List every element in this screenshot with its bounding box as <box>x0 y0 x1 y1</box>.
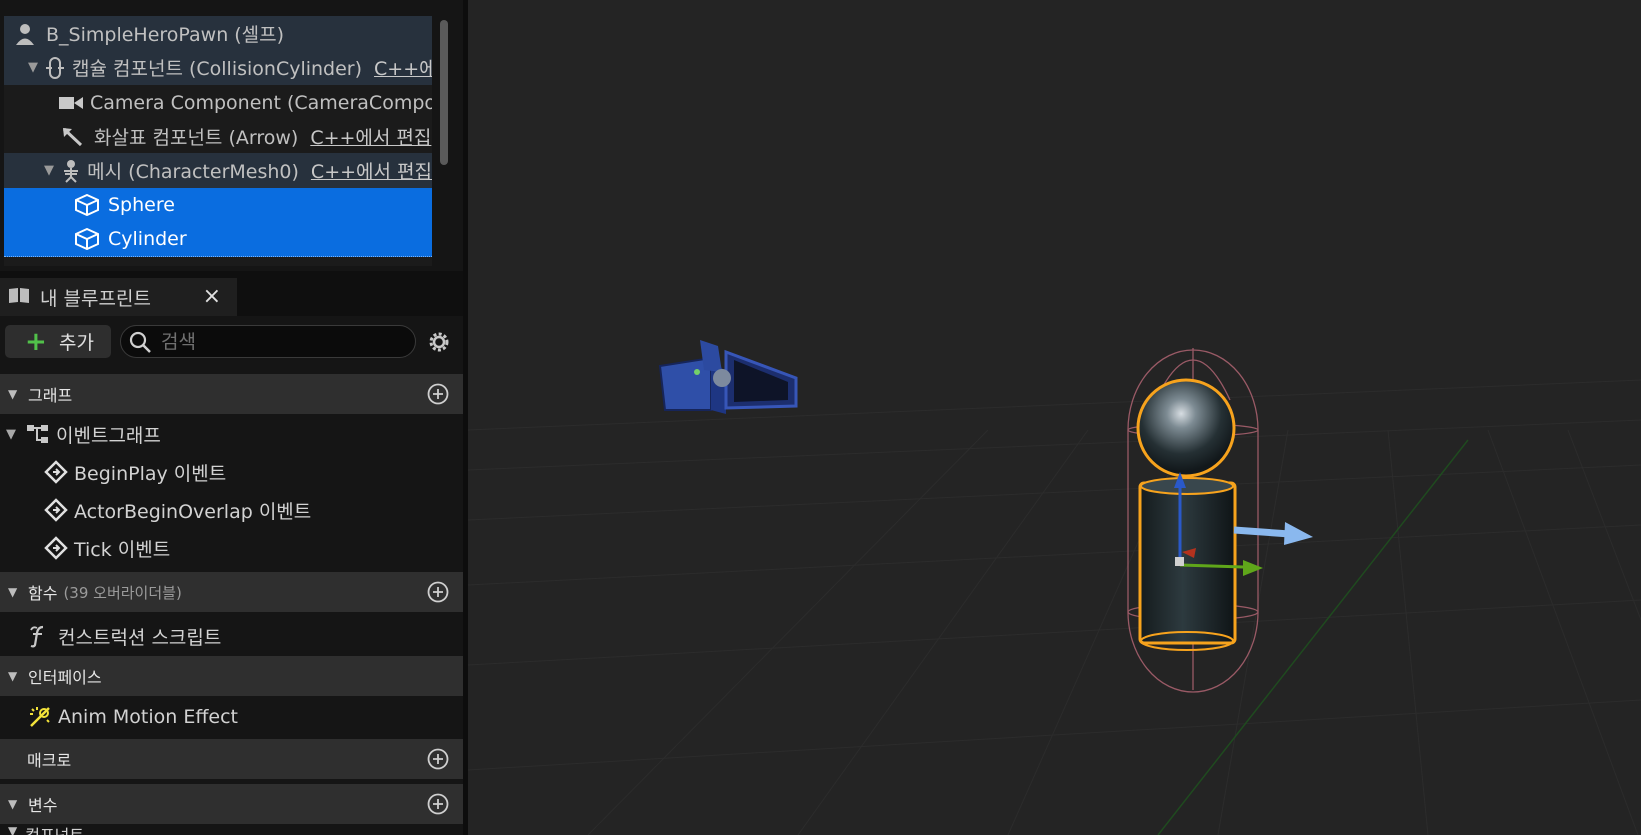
event-label: BeginPlay 이벤트 <box>74 462 227 485</box>
tree-item-collision-cylinder[interactable]: ▼ 캡슐 컴포넌트 (CollisionCylinder) C++에 <box>4 50 432 85</box>
event-node-icon <box>42 498 70 522</box>
edit-in-cpp-link[interactable]: C++에서 편집 <box>311 157 432 184</box>
edit-in-cpp-link[interactable]: C++에서 편집 <box>310 123 431 150</box>
event-label: ActorBeginOverlap 이벤트 <box>74 500 312 523</box>
viewport-3d[interactable] <box>468 0 1641 835</box>
collapse-arrow-icon[interactable]: ▼ <box>44 163 54 178</box>
plus-icon: + <box>25 327 47 357</box>
function-icon <box>26 624 54 648</box>
tab-title: 내 블루프린트 <box>40 287 151 310</box>
interface-icon <box>26 705 54 729</box>
event-graph-item[interactable]: ▼ 이벤트그래프 <box>0 415 469 453</box>
section-subtitle: (39 오버라이더블) <box>63 583 182 602</box>
tree-item-label: Cylinder <box>108 228 187 250</box>
static-mesh-icon <box>72 228 102 250</box>
viewport-scene <box>468 340 1641 835</box>
forward-arrow <box>1233 522 1313 545</box>
event-graph-icon <box>24 423 52 445</box>
tree-item-label: 메시 (CharacterMesh0) <box>87 161 299 183</box>
search-box <box>120 325 416 358</box>
camera-mesh <box>658 340 798 414</box>
construction-script-label: 컨스트럭션 스크립트 <box>58 626 222 649</box>
add-graph-icon[interactable] <box>427 383 449 409</box>
camera-icon <box>58 94 84 112</box>
search-icon <box>128 330 152 358</box>
event-item[interactable]: ActorBeginOverlap 이벤트 <box>0 491 505 529</box>
section-title: 인터페이스 <box>28 668 102 687</box>
tree-item-camera[interactable]: Camera Component (CameraCompone <box>4 85 432 120</box>
category-label: 컴포넌트 <box>25 822 84 835</box>
add-variable-icon[interactable] <box>427 793 449 819</box>
event-item[interactable]: BeginPlay 이벤트 <box>0 453 505 491</box>
event-label: Tick 이벤트 <box>74 538 171 561</box>
tree-item-label: 캡슐 컴포넌트 (CollisionCylinder) <box>72 58 363 80</box>
book-icon <box>8 286 30 309</box>
add-macro-icon[interactable] <box>427 748 449 774</box>
static-mesh-icon <box>72 194 102 216</box>
close-tab-icon[interactable]: × <box>203 284 221 309</box>
event-node-icon <box>42 460 70 484</box>
add-button-label: 추가 <box>59 332 94 354</box>
interface-label: Anim Motion Effect <box>58 706 238 728</box>
section-interfaces[interactable]: ▼ 인터페이스 <box>0 656 463 696</box>
floor-grid <box>468 379 1641 835</box>
collapse-arrow-icon[interactable]: ▼ <box>28 60 38 75</box>
capsule-component-icon <box>44 56 66 80</box>
collapse-arrow-icon[interactable]: ▼ <box>6 427 16 442</box>
event-node-icon <box>42 536 70 560</box>
collapse-arrow-icon[interactable]: ▼ <box>8 387 20 401</box>
collapse-arrow-icon[interactable]: ▼ <box>8 824 17 835</box>
section-variables[interactable]: ▼ 변수 <box>0 784 463 824</box>
tree-item-label: Sphere <box>108 194 175 216</box>
add-function-icon[interactable] <box>427 581 449 607</box>
section-macros[interactable]: 매크로 <box>0 739 463 779</box>
pawn-icon <box>10 22 40 46</box>
construction-script-item[interactable]: 컨스트럭션 스크립트 <box>0 617 489 655</box>
search-input[interactable] <box>159 330 403 354</box>
section-graphs[interactable]: ▼ 그래프 <box>0 374 463 414</box>
sphere-mesh[interactable] <box>1136 378 1236 478</box>
components-category[interactable]: ▼ 컴포넌트 <box>0 822 471 835</box>
event-item[interactable]: Tick 이벤트 <box>0 529 505 567</box>
settings-gear-icon[interactable] <box>426 329 452 359</box>
interface-item[interactable]: Anim Motion Effect <box>0 698 489 736</box>
tree-item-label: B_SimpleHeroPawn (셀프) <box>46 24 285 46</box>
section-title: 매크로 <box>27 751 72 770</box>
section-title: 그래프 <box>28 386 73 405</box>
tree-item-label: 화살표 컴포넌트 (Arrow) <box>94 127 299 149</box>
tree-item-self[interactable]: B_SimpleHeroPawn (셀프) <box>4 16 432 51</box>
tree-item-mesh[interactable]: ▼ 메시 (CharacterMesh0) C++에서 편집 <box>4 153 432 188</box>
collapse-arrow-icon[interactable]: ▼ <box>8 669 20 683</box>
edit-in-cpp-link[interactable]: C++에 <box>374 54 432 81</box>
event-graph-label: 이벤트그래프 <box>56 424 161 447</box>
tree-item-arrow[interactable]: 화살표 컴포넌트 (Arrow) C++에서 편집 <box>4 119 432 154</box>
section-functions[interactable]: ▼ 함수 (39 오버라이더블) <box>0 572 463 612</box>
tree-item-label: Camera Component (CameraCompone <box>90 91 432 114</box>
skeleton-icon <box>60 159 81 183</box>
collapse-arrow-icon[interactable]: ▼ <box>8 797 20 811</box>
tree-scrollbar[interactable] <box>440 20 448 165</box>
section-title: 변수 <box>28 796 58 815</box>
add-button[interactable]: + 추가 <box>5 325 111 358</box>
tab-my-blueprint[interactable]: 내 블루프린트 × <box>0 278 237 316</box>
tree-item-sphere[interactable]: Sphere <box>4 188 432 223</box>
section-title: 함수 <box>28 584 58 603</box>
components-tree: B_SimpleHeroPawn (셀프) ▼ 캡슐 컴포넌트 (Collisi… <box>4 16 432 266</box>
arrow-component-icon <box>58 126 88 148</box>
collapse-arrow-icon[interactable]: ▼ <box>8 585 20 599</box>
tree-item-cylinder[interactable]: Cylinder <box>4 222 432 257</box>
